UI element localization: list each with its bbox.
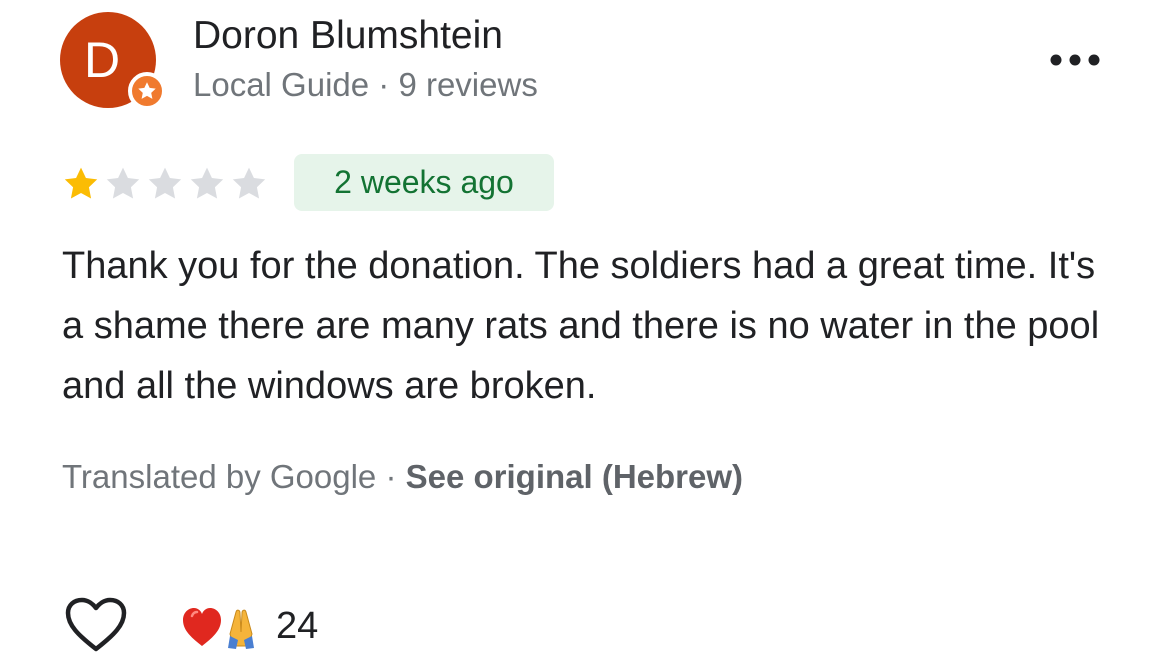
review-card: D Doron Blumshtein Local Guide · 9 revie… — [0, 0, 1170, 658]
star-empty-icon — [190, 167, 224, 199]
heart-outline-icon — [65, 597, 127, 652]
reactions-summary[interactable]: 24 — [180, 598, 318, 654]
local-guide-badge-icon — [128, 72, 166, 110]
review-time-badge: 2 weeks ago — [294, 154, 554, 211]
like-button[interactable] — [64, 596, 128, 654]
review-text: Thank you for the donation. The soldiers… — [62, 245, 1100, 407]
translation-note: Translated by Google · See original (Heb… — [62, 458, 743, 496]
star-empty-icon — [232, 167, 266, 199]
more-horizontal-icon — [1050, 54, 1100, 66]
author-meta: Local Guide · 9 reviews — [193, 66, 538, 103]
star-empty-icon — [106, 167, 140, 199]
translation-label: Translated by Google · — [62, 458, 406, 495]
avatar-initial: D — [83, 32, 121, 88]
more-options-button[interactable] — [1040, 40, 1110, 80]
star-rating — [60, 164, 270, 204]
star-filled-icon — [64, 167, 98, 199]
reaction-count: 24 — [276, 604, 319, 647]
see-original-link[interactable]: See original (Hebrew) — [406, 458, 743, 495]
heart-and-pray-emoji-icon — [183, 608, 254, 649]
star-empty-icon — [148, 167, 182, 199]
author-name[interactable]: Doron Blumshtein — [193, 14, 503, 58]
